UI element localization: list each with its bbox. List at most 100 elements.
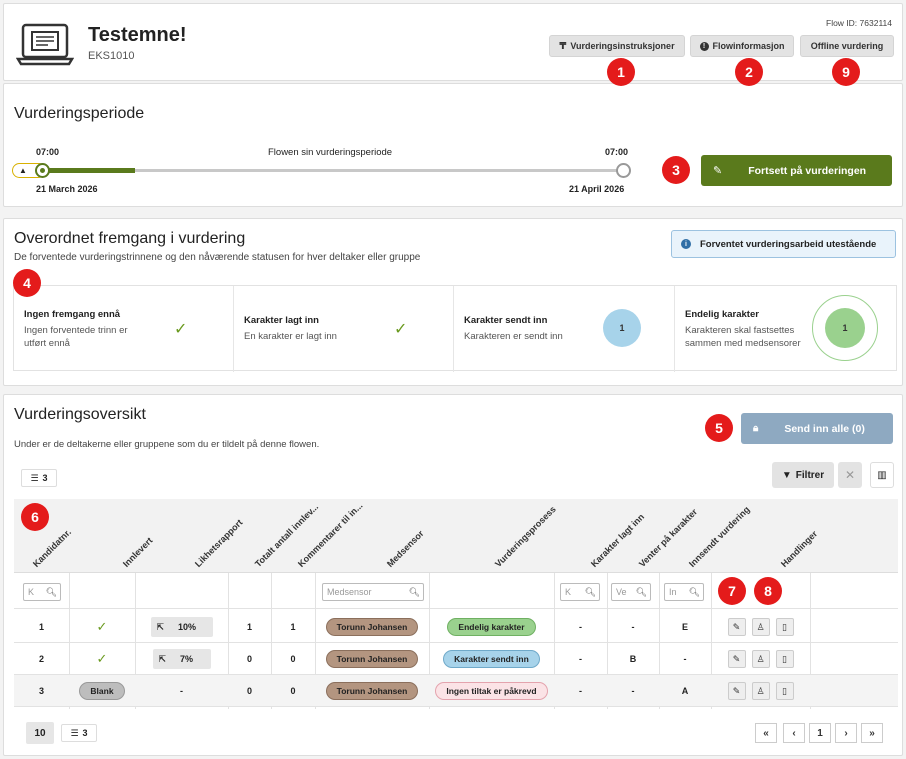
- current-page[interactable]: 1: [809, 723, 831, 743]
- progress-title: Overordnet fremgang i vurdering: [14, 230, 246, 247]
- period-title: Vurderingsperiode: [14, 105, 145, 122]
- period-start-time: 07:00: [36, 147, 60, 157]
- annotation-badge-5: 5: [705, 414, 733, 442]
- info-icon: i: [681, 239, 691, 249]
- annotation-badge-6: 6: [21, 503, 49, 531]
- final-count: 1: [825, 308, 865, 348]
- overview-subtitle: Under er de deltakerne eller gruppene so…: [14, 439, 320, 450]
- similarity-report-button[interactable]: ⇱ 7%: [152, 649, 211, 669]
- laptop-icon: [16, 23, 74, 66]
- instructions-button[interactable]: ₸ Vurderingsinstruksjoner: [549, 35, 685, 57]
- external-link-icon: ⇱: [158, 653, 167, 664]
- info-circle-icon: !: [699, 41, 709, 51]
- edit-icon[interactable]: ✎: [727, 618, 746, 636]
- annotation-badge-4: 4: [13, 269, 41, 297]
- page-title: Testemne!: [88, 24, 187, 46]
- list-count-toggle[interactable]: ☰ 3: [21, 469, 57, 487]
- annotation-badge-8: 8: [754, 577, 782, 605]
- edit-icon[interactable]: ✎: [727, 682, 746, 700]
- prev-page-button[interactable]: ‹: [783, 723, 805, 743]
- timeline-start-node: [35, 163, 50, 178]
- continue-button[interactable]: ✎ Fortsett på vurderingen: [701, 155, 892, 186]
- last-page-button[interactable]: »: [861, 723, 883, 743]
- status-badge: Ingen tiltak er påkrevd: [435, 682, 548, 700]
- course-code: EKS1010: [88, 50, 135, 62]
- page-size-select[interactable]: 10: [26, 722, 54, 744]
- check-icon: ✓: [394, 321, 408, 338]
- step-final-grade: Endelig karakter Karakteren skal fastset…: [675, 286, 897, 372]
- clipboard-icon[interactable]: ▯: [775, 618, 794, 636]
- search-icon: 🔍︎: [688, 587, 700, 597]
- first-page-button[interactable]: «: [755, 723, 777, 743]
- footer-count: ☰ 3: [61, 724, 97, 742]
- timeline-end-node: [616, 163, 631, 178]
- filter-button[interactable]: ▼ Filtrer: [772, 462, 834, 488]
- grade-entered-filter[interactable]: K 🔍︎: [560, 583, 600, 601]
- flow-id: Flow ID: 7632114: [826, 18, 892, 28]
- external-link-icon: ⇱: [156, 621, 165, 632]
- submitted-filter[interactable]: In 🔍︎: [664, 583, 704, 601]
- columns-icon: ▥: [877, 469, 887, 481]
- censor-chip: Torunn Johansen: [325, 682, 419, 700]
- blank-badge: Blank: [79, 682, 125, 700]
- censor-chip: Torunn Johansen: [325, 618, 419, 636]
- search-icon: 🔍︎: [584, 587, 596, 597]
- annotation-badge-7: 7: [718, 577, 746, 605]
- period-end-date: 21 April 2026: [569, 184, 625, 194]
- period-start-date: 21 March 2026: [36, 184, 98, 194]
- table-row: 2 ✓ ⇱ 7% 0 0 Torunn Johansen Karakter sen…: [14, 643, 898, 675]
- delivered-check-icon: ✓: [96, 651, 108, 666]
- period-card: Vurderingsperiode 07:00 Flowen sin vurde…: [3, 83, 903, 207]
- overview-title: Vurderingsoversikt: [14, 406, 146, 423]
- table-row: 3 Blank - 0 0 Torunn Johansen Ingen tilt…: [14, 675, 898, 707]
- offline-button[interactable]: Offline vurdering: [800, 35, 894, 57]
- next-page-button[interactable]: ›: [835, 723, 857, 743]
- submit-all-button[interactable]: 🔒︎ Send inn alle (0): [741, 413, 893, 444]
- header-card: Testemne! EKS1010 Flow ID: 7632114 ₸ Vur…: [3, 3, 903, 86]
- overview-card: Vurderingsoversikt Under er de deltakern…: [3, 394, 903, 756]
- step-grade-sent: Karakter sendt inn Karakteren er sendt i…: [454, 286, 675, 372]
- clipboard-icon[interactable]: ▯: [775, 682, 794, 700]
- list-icon: ☰: [70, 727, 79, 738]
- waiting-filter[interactable]: Ve 🔍︎: [611, 583, 651, 601]
- list-icon: ☰: [30, 472, 39, 483]
- censor-filter[interactable]: Medsensor 🔍︎: [322, 583, 424, 601]
- similarity-report-button[interactable]: ⇱ 10%: [150, 617, 213, 637]
- user-icon[interactable]: ♙: [751, 682, 770, 700]
- instructions-icon: ₸: [559, 40, 567, 52]
- check-icon: ✓: [174, 321, 188, 338]
- user-icon[interactable]: ♙: [751, 650, 770, 668]
- period-end-time: 07:00: [605, 147, 629, 157]
- progress-card: Overordnet fremgang i vurdering De forve…: [3, 218, 903, 386]
- delivered-check-icon: ✓: [96, 619, 108, 634]
- search-icon: 🔍︎: [408, 587, 420, 597]
- progress-subtitle: De forventede vurderingstrinnene og den …: [14, 252, 421, 263]
- sent-count: 1: [603, 309, 641, 347]
- clipboard-icon[interactable]: ▯: [775, 650, 794, 668]
- column-toggle-button[interactable]: ▥: [870, 462, 894, 488]
- warning-icon: ▲: [19, 166, 27, 175]
- assessment-table: Kandidatnr. Innlevert Likhetsrapport Tot…: [4, 499, 904, 709]
- table-row: 1 ✓ ⇱ 10% 1 1 Torunn Johansen Endelig kar…: [14, 611, 898, 643]
- expected-work-info: i Forventet vurderingsarbeid utestående: [671, 230, 896, 258]
- progress-steps: Ingen fremgang ennå Ingen forventede tri…: [13, 285, 897, 372]
- annotation-badge-2: 2: [735, 58, 763, 86]
- annotation-badge-9: 9: [832, 58, 860, 86]
- candidate-filter[interactable]: K 🔍︎: [23, 583, 61, 601]
- annotation-badge-1: 1: [607, 58, 635, 86]
- status-badge: Karakter sendt inn: [443, 650, 540, 668]
- search-icon: 🔍︎: [45, 587, 57, 597]
- pencil-icon: ✎: [713, 165, 723, 177]
- step-no-progress: Ingen fremgang ennå Ingen forventede tri…: [14, 286, 234, 372]
- search-icon: 🔍︎: [635, 587, 647, 597]
- period-caption: Flowen sin vurderingsperiode: [268, 147, 393, 158]
- status-badge: Endelig karakter: [447, 618, 536, 636]
- censor-chip: Torunn Johansen: [325, 650, 419, 668]
- close-icon: ✕: [844, 468, 856, 482]
- clear-filter-button[interactable]: ✕: [838, 462, 862, 488]
- edit-icon[interactable]: ✎: [727, 650, 746, 668]
- timeline-progress: [42, 168, 135, 173]
- flowinfo-button[interactable]: ! Flowinformasjon: [690, 35, 794, 57]
- lock-icon: 🔒︎: [753, 423, 759, 434]
- user-icon[interactable]: ♙: [751, 618, 770, 636]
